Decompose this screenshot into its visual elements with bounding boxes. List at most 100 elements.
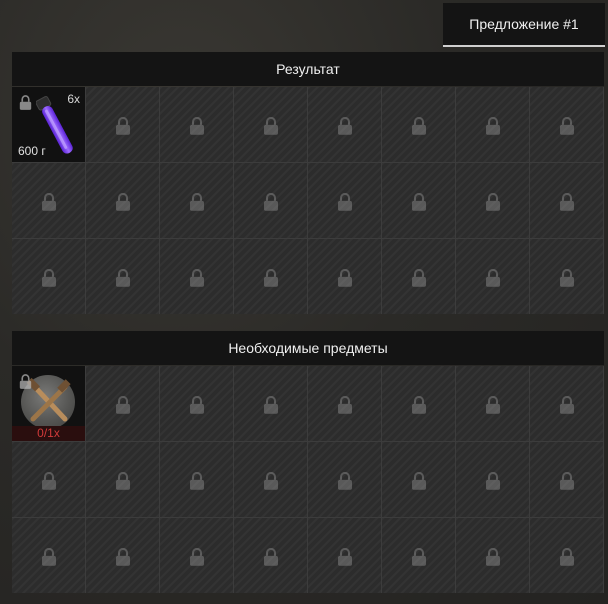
- locked-slot[interactable]: [382, 163, 455, 238]
- locked-slot[interactable]: [160, 442, 233, 517]
- locked-slot[interactable]: [530, 518, 603, 593]
- lock-icon: [189, 547, 204, 566]
- result-item-slot[interactable]: 6x 600 г: [12, 87, 85, 162]
- locked-slot[interactable]: [234, 366, 307, 441]
- lock-icon: [559, 116, 574, 135]
- locked-slot[interactable]: [160, 239, 233, 314]
- required-title: Необходимые предметы: [228, 340, 388, 356]
- required-header: Необходимые предметы: [12, 331, 604, 365]
- lock-icon: [337, 268, 352, 287]
- locked-slot[interactable]: [86, 163, 159, 238]
- lock-icon: [189, 192, 204, 211]
- locked-slot[interactable]: [234, 239, 307, 314]
- lock-icon: [411, 268, 426, 287]
- locked-slot[interactable]: [456, 87, 529, 162]
- locked-slot[interactable]: [160, 163, 233, 238]
- result-grid: 6x 600 г: [12, 87, 604, 314]
- locked-slot[interactable]: [382, 366, 455, 441]
- lock-icon: [485, 471, 500, 490]
- locked-slot[interactable]: [382, 87, 455, 162]
- lock-icon: [41, 192, 56, 211]
- locked-slot[interactable]: [308, 87, 381, 162]
- locked-slot[interactable]: [456, 366, 529, 441]
- lock-icon: [189, 471, 204, 490]
- locked-slot[interactable]: [160, 87, 233, 162]
- lock-icon: [41, 268, 56, 287]
- result-panel: Результат 6x 600 г: [12, 52, 604, 314]
- locked-slot[interactable]: [308, 518, 381, 593]
- lock-icon: [411, 395, 426, 414]
- locked-slot[interactable]: [456, 239, 529, 314]
- lock-icon: [411, 547, 426, 566]
- lock-icon: [19, 374, 32, 389]
- locked-slot[interactable]: [530, 366, 603, 441]
- lock-icon: [559, 547, 574, 566]
- lock-icon: [485, 192, 500, 211]
- locked-slot[interactable]: [160, 518, 233, 593]
- locked-slot[interactable]: [382, 518, 455, 593]
- lock-icon: [559, 471, 574, 490]
- locked-slot[interactable]: [382, 239, 455, 314]
- lock-icon: [263, 116, 278, 135]
- locked-slot[interactable]: [456, 518, 529, 593]
- required-panel: Необходимые предметы 0/1x: [12, 331, 604, 593]
- lock-icon: [115, 192, 130, 211]
- locked-slot[interactable]: [382, 442, 455, 517]
- lock-icon: [115, 116, 130, 135]
- lock-icon: [263, 192, 278, 211]
- lock-icon: [485, 547, 500, 566]
- locked-slot[interactable]: [86, 518, 159, 593]
- locked-slot[interactable]: [12, 239, 85, 314]
- locked-slot[interactable]: [234, 518, 307, 593]
- locked-slot[interactable]: [12, 518, 85, 593]
- lock-icon: [19, 95, 32, 110]
- lock-icon: [115, 268, 130, 287]
- lock-icon: [263, 471, 278, 490]
- locked-slot[interactable]: [308, 163, 381, 238]
- locked-slot[interactable]: [530, 163, 603, 238]
- lock-icon: [337, 547, 352, 566]
- lock-icon: [337, 395, 352, 414]
- locked-slot[interactable]: [456, 442, 529, 517]
- locked-slot[interactable]: [530, 442, 603, 517]
- required-grid: 0/1x: [12, 366, 604, 593]
- lock-icon: [115, 395, 130, 414]
- locked-slot[interactable]: [86, 366, 159, 441]
- locked-slot[interactable]: [308, 442, 381, 517]
- lock-icon: [337, 116, 352, 135]
- lock-icon: [41, 471, 56, 490]
- lock-icon: [115, 547, 130, 566]
- lock-icon: [263, 547, 278, 566]
- lock-icon: [115, 471, 130, 490]
- locked-slot[interactable]: [234, 163, 307, 238]
- lock-icon: [41, 547, 56, 566]
- lock-icon: [263, 268, 278, 287]
- result-title: Результат: [276, 61, 340, 77]
- lock-icon: [485, 116, 500, 135]
- locked-slot[interactable]: [234, 442, 307, 517]
- lock-icon: [263, 395, 278, 414]
- locked-slot[interactable]: [86, 87, 159, 162]
- locked-slot[interactable]: [308, 239, 381, 314]
- required-item-slot[interactable]: 0/1x: [12, 366, 85, 441]
- locked-slot[interactable]: [234, 87, 307, 162]
- lock-icon: [411, 192, 426, 211]
- locked-slot[interactable]: [12, 442, 85, 517]
- locked-slot[interactable]: [456, 163, 529, 238]
- lock-icon: [559, 268, 574, 287]
- locked-slot[interactable]: [86, 442, 159, 517]
- locked-slot[interactable]: [530, 87, 603, 162]
- locked-slot[interactable]: [86, 239, 159, 314]
- lock-icon: [189, 395, 204, 414]
- locked-slot[interactable]: [530, 239, 603, 314]
- locked-slot[interactable]: [160, 366, 233, 441]
- lock-icon: [189, 268, 204, 287]
- lock-icon: [411, 116, 426, 135]
- lock-icon: [337, 192, 352, 211]
- locked-slot[interactable]: [12, 163, 85, 238]
- tab-offer-1[interactable]: Предложение #1: [443, 3, 605, 47]
- locked-slot[interactable]: [308, 366, 381, 441]
- item-quantity: 6x: [67, 92, 80, 106]
- lock-icon: [485, 395, 500, 414]
- lock-icon: [411, 471, 426, 490]
